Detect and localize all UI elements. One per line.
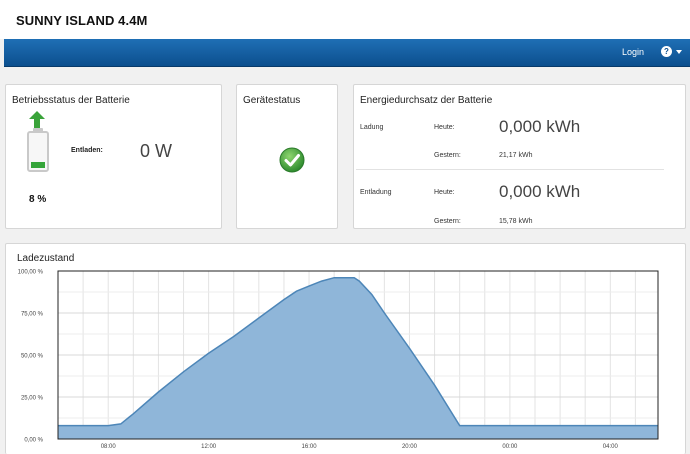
y-tick-label: 75,00 % xyxy=(21,312,44,318)
device-status-card: Gerätestatus xyxy=(236,84,338,229)
discharge-today-label: Heute: xyxy=(434,189,455,196)
login-link[interactable]: Login xyxy=(622,47,644,57)
x-tick-label: 00:00 xyxy=(502,444,518,450)
charge-label: Ladung xyxy=(360,124,384,131)
x-tick-label: 12:00 xyxy=(201,444,217,450)
energy-throughput-card: Energiedurchsatz der Batterie Ladung Heu… xyxy=(353,84,686,229)
help-icon[interactable]: ? xyxy=(661,46,672,57)
battery-charge-fill xyxy=(31,162,45,168)
y-tick-label: 0,00 % xyxy=(24,438,43,444)
x-tick-label: 08:00 xyxy=(101,444,117,450)
mode-label: Entladen: xyxy=(71,147,103,154)
battery-power-value: 0 W xyxy=(140,141,173,161)
battery-status-title: Betriebsstatus der Batterie xyxy=(12,95,130,106)
discharge-yesterday-value: 15,78 kWh xyxy=(499,218,533,225)
y-tick-label: 100,00 % xyxy=(18,270,44,276)
battery-charge-percent: 8 % xyxy=(29,194,47,205)
charge-today-label: Heute: xyxy=(434,124,455,131)
discharge-today-value: 0,000 kWh xyxy=(499,182,581,201)
app-title: SUNNY ISLAND 4.4M xyxy=(16,13,148,28)
x-tick-label: 04:00 xyxy=(603,444,619,450)
x-tick-label: 20:00 xyxy=(402,444,418,450)
charge-yesterday-value: 21,17 kWh xyxy=(499,152,533,159)
ok-check-icon xyxy=(279,147,305,173)
charge-today-value: 0,000 kWh xyxy=(499,117,581,136)
divider xyxy=(356,169,664,170)
soc-chart: 100,00 % 75,00 % 50,00 % 25,00 % 0,00 % 08:00… xyxy=(18,270,659,450)
x-tick-label: 16:00 xyxy=(302,444,318,450)
y-tick-label: 25,00 % xyxy=(21,396,44,402)
soc-chart-card: Ladezustand 100,00 % 75,00 % 50,00 % 25,00 … xyxy=(5,243,686,454)
battery-status-card: Betriebsstatus der Batterie 8 % Entladen… xyxy=(5,84,222,229)
y-tick-label: 50,00 % xyxy=(21,354,44,360)
title-bar: SUNNY ISLAND 4.4M xyxy=(0,0,690,39)
discharge-label: Entladung xyxy=(360,189,392,196)
device-status-title: Gerätestatus xyxy=(243,95,301,106)
energy-title: Energiedurchsatz der Batterie xyxy=(360,95,493,106)
discharge-yesterday-label: Gestern: xyxy=(434,218,461,225)
navbar: Login ? xyxy=(4,39,690,67)
arrow-up-icon xyxy=(29,111,45,129)
chevron-down-icon[interactable] xyxy=(676,50,682,54)
battery-icon xyxy=(27,131,49,172)
charge-yesterday-label: Gestern: xyxy=(434,152,461,159)
